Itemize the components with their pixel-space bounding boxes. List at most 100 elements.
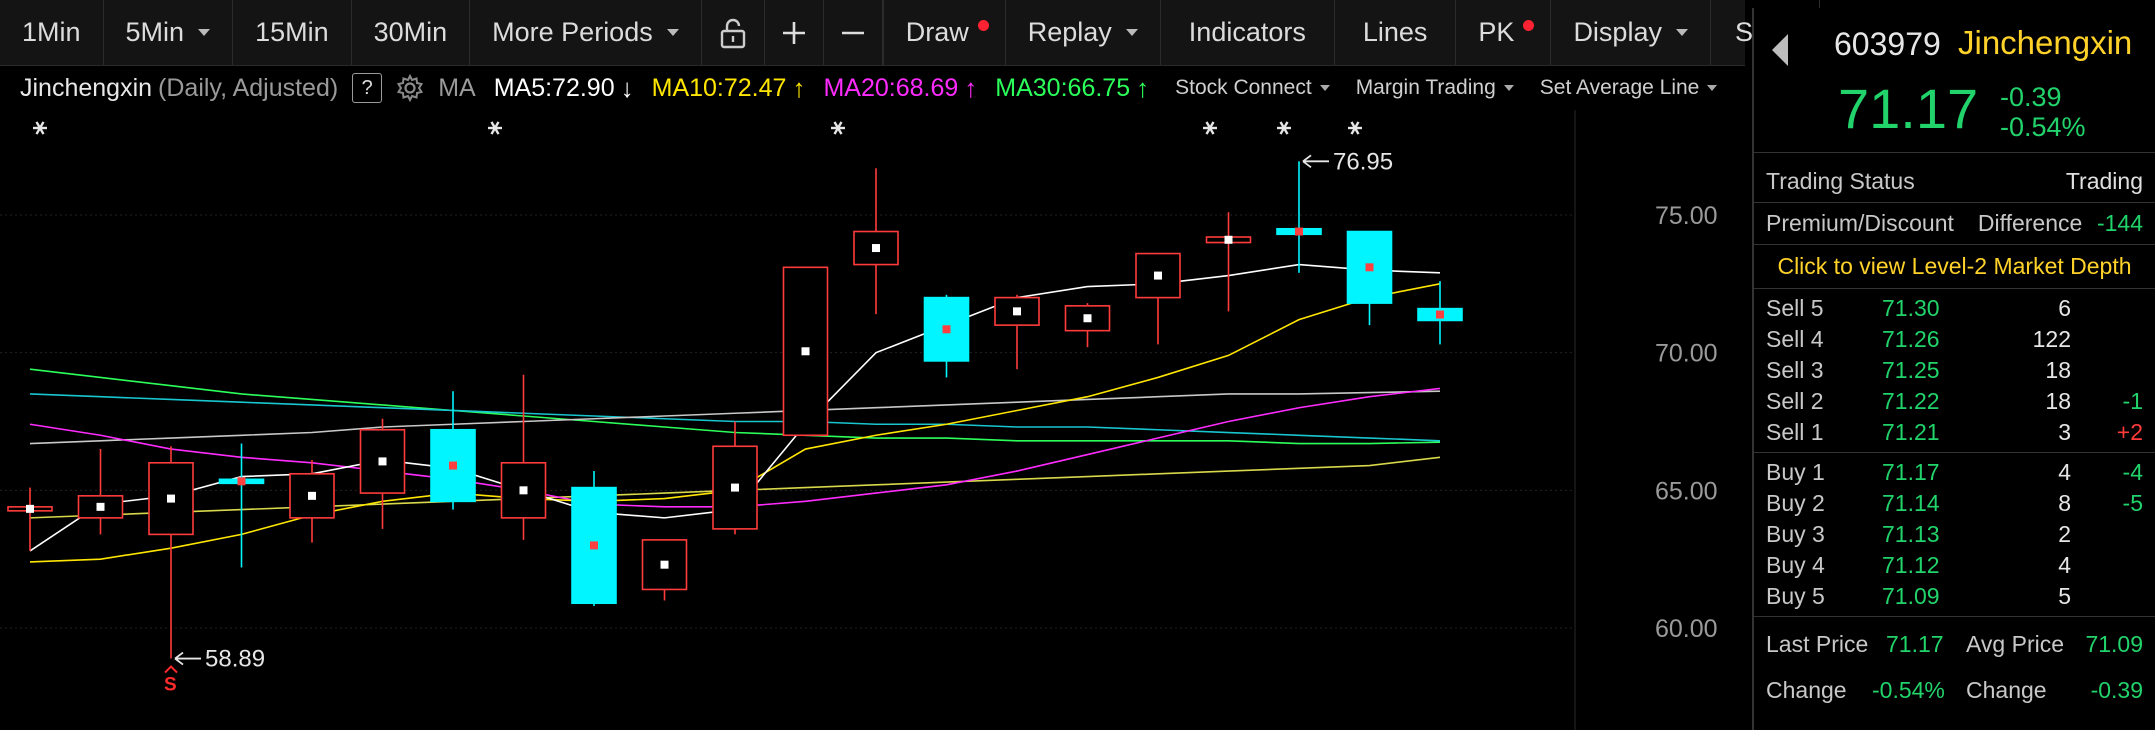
order-volume: 6 <box>2058 295 2071 321</box>
order-book-sell: Sell 5 71.30 6 Sell 4 71.26 122 Sell 3 71.25 1… <box>1754 289 2155 453</box>
display-label: Display <box>1573 17 1662 47</box>
order-book-row-sell3: Sell 3 71.25 18 <box>1754 355 2155 386</box>
order-price: 71.21 <box>1882 419 1940 445</box>
gear-icon <box>397 74 424 102</box>
last-price-label: Last Price <box>1766 630 1869 657</box>
replay-label: Replay <box>1027 17 1112 47</box>
candlestick[interactable] <box>500 374 547 540</box>
order-volume-change: +2 <box>2116 419 2143 445</box>
back-arrow-icon[interactable] <box>1772 34 1788 66</box>
indicators-label: Indicators <box>1188 17 1306 47</box>
ma30-value: MA30:66.75 <box>995 73 1131 102</box>
period-5min-button[interactable]: 5Min <box>104 0 234 65</box>
zoom-in-button[interactable] <box>765 0 824 65</box>
event-star-icon[interactable] <box>488 121 502 135</box>
order-volume: 2 <box>2058 521 2071 547</box>
stock-name-panel: Jinchengxin <box>1958 24 2133 61</box>
kline-chart[interactable]: 75.00 70.00 65.00 60.00 76.95 58.89 S <box>0 110 1745 730</box>
trading-status-label: Trading Status <box>1766 168 1915 194</box>
period-15min-button[interactable]: 15Min <box>233 0 352 65</box>
candlestick[interactable] <box>1346 230 1393 326</box>
chevron-down-icon <box>198 29 211 36</box>
level2-depth-link[interactable]: Click to view Level-2 Market Depth <box>1754 245 2155 289</box>
order-book-row-sell1: Sell 1 71.21 3 +2 <box>1754 417 2155 448</box>
candlestick[interactable] <box>289 460 335 543</box>
order-label: Buy 2 <box>1766 490 1825 516</box>
order-label: Sell 4 <box>1766 326 1824 352</box>
order-label: Sell 2 <box>1766 388 1824 414</box>
pk-button[interactable]: PK <box>1456 0 1552 65</box>
draw-button[interactable]: Draw <box>884 0 1006 65</box>
order-price: 71.17 <box>1882 459 1940 485</box>
trading-status-value: Trading <box>2065 168 2143 194</box>
premium-label: Premium/Discount <box>1766 210 1954 236</box>
period-1min-button[interactable]: 1Min <box>0 0 104 65</box>
candlestick[interactable] <box>1205 212 1252 312</box>
change-pct-label: Change <box>1766 676 1847 703</box>
candlestick[interactable] <box>218 443 265 568</box>
kline-chart-svg[interactable]: 75.00 70.00 65.00 60.00 76.95 58.89 S <box>0 110 1745 730</box>
order-label: Buy 5 <box>1766 583 1825 609</box>
event-star-icon[interactable] <box>1277 121 1291 135</box>
order-label: Sell 3 <box>1766 357 1824 383</box>
sell-signal-icon[interactable]: S <box>164 665 178 696</box>
order-price: 71.30 <box>1882 295 1940 321</box>
display-button[interactable]: Display <box>1551 0 1711 65</box>
order-book-row-buy2: Buy 2 71.14 8 -5 <box>1754 488 2155 519</box>
event-star-icon[interactable] <box>33 121 47 135</box>
candlestick[interactable] <box>994 294 1040 370</box>
candlestick[interactable] <box>359 418 406 529</box>
event-star-icon[interactable] <box>831 121 845 135</box>
order-volume: 8 <box>2058 490 2071 516</box>
unlock-button[interactable] <box>702 0 765 65</box>
settings-button[interactable] <box>396 74 424 102</box>
stock-connect-menu[interactable]: Stock Connect <box>1175 76 1330 100</box>
candlestick[interactable] <box>1064 303 1111 348</box>
event-star-icon[interactable] <box>1348 121 1362 135</box>
ma5-value: MA5:72.90 <box>493 73 615 102</box>
candlestick[interactable] <box>148 446 194 659</box>
ma20-trend-arrow-icon: ↑ <box>964 72 978 103</box>
order-volume-change: -4 <box>2122 459 2143 485</box>
candlestick[interactable] <box>923 294 970 378</box>
stock-code: 603979 <box>1834 26 1941 62</box>
margin-trading-menu[interactable]: Margin Trading <box>1356 76 1514 100</box>
zoom-out-button[interactable] <box>824 0 883 65</box>
pk-label: PK <box>1478 17 1515 47</box>
trading-status-row: Trading Status Trading <box>1754 161 2155 203</box>
set-average-line-menu[interactable]: Set Average Line <box>1540 76 1718 100</box>
change-amount-value: -0.39 <box>2090 676 2143 703</box>
candlestick[interactable] <box>853 168 899 315</box>
help-button[interactable]: ? <box>352 73 383 103</box>
order-label: Buy 1 <box>1766 459 1825 485</box>
toolbar: 1Min 5Min 15Min 30Min More Periods Draw … <box>0 0 1863 66</box>
replay-button[interactable]: Replay <box>1006 0 1161 65</box>
order-book-buy: Buy 1 71.17 4 -4 Buy 2 71.14 8 -5 Buy 3 71.13 2 … <box>1754 453 2155 617</box>
lines-button[interactable]: Lines <box>1335 0 1457 65</box>
order-volume: 4 <box>2058 552 2071 578</box>
low-price-label: 58.89 <box>205 646 265 673</box>
candlestick[interactable] <box>641 539 688 601</box>
order-volume: 4 <box>2058 459 2071 485</box>
order-label: Buy 3 <box>1766 521 1825 547</box>
notification-dot-icon <box>1523 20 1535 31</box>
more-periods-button[interactable]: More Periods <box>470 0 702 65</box>
chart-period: (Daily, Adjusted) <box>158 73 339 102</box>
candlestick[interactable] <box>571 471 617 606</box>
order-volume: 122 <box>2032 326 2071 352</box>
difference-value: -144 <box>2096 210 2143 236</box>
draw-label: Draw <box>905 17 969 47</box>
event-star-icon[interactable] <box>1203 121 1217 135</box>
candlestick[interactable] <box>1135 252 1181 345</box>
candlestick[interactable] <box>782 266 829 437</box>
indicators-button[interactable]: Indicators <box>1161 0 1335 65</box>
candlestick[interactable] <box>1276 161 1322 273</box>
candlestick[interactable] <box>77 449 124 535</box>
candlestick[interactable] <box>712 421 758 535</box>
candlestick[interactable] <box>1417 281 1463 345</box>
order-book-row-buy5: Buy 5 71.09 5 <box>1754 581 2155 612</box>
change-amount-label: Change <box>1966 676 2047 703</box>
order-volume-change: -5 <box>2122 490 2143 516</box>
margin-trading-label: Margin Trading <box>1355 76 1496 99</box>
period-30min-button[interactable]: 30Min <box>352 0 471 65</box>
